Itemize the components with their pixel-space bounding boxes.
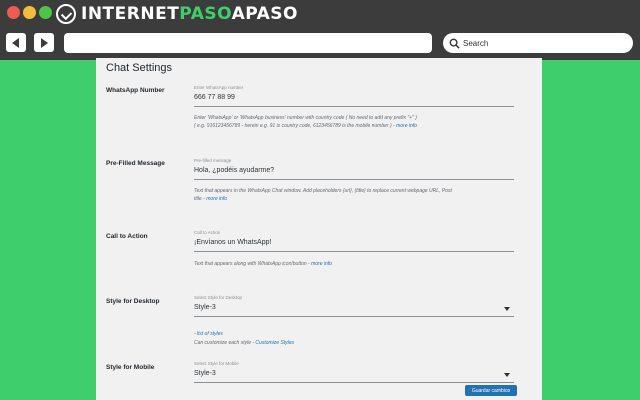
more-info-link[interactable]: more info (206, 196, 227, 202)
page-title: Chat Settings (106, 62, 173, 74)
style-desktop-help: - list of styles Can customize each styl… (194, 330, 514, 347)
prefilled-message-input[interactable]: Hola, ¿podéis ayudarme? (194, 165, 514, 180)
address-bar[interactable] (64, 33, 432, 53)
maximize-window-button[interactable] (39, 6, 52, 19)
search-bar[interactable]: Search (443, 33, 633, 53)
browser-chrome: INTERNETPASOAPASO Search (0, 0, 640, 60)
forward-button[interactable] (34, 33, 54, 52)
style-mobile-field[interactable]: Select Style for Mobile Style-3 (194, 361, 514, 383)
logo-check-icon (56, 4, 76, 24)
help-text-line: ( e.g. 916123456789 - herein e.g. 91 is … (194, 122, 514, 130)
chevron-down-icon (504, 307, 510, 311)
field-caption: Enter WhatsApp number (194, 85, 244, 90)
chevron-down-icon (504, 373, 510, 377)
whatsapp-number-help: Enter 'WhatsApp' or 'WhatsApp business' … (194, 114, 514, 130)
site-logo: INTERNETPASOAPASO (56, 3, 298, 25)
prefilled-message-label: Pre-Filled Message (106, 160, 165, 167)
nav-bar: Search (0, 28, 640, 58)
field-caption: Select Style for Mobile (194, 361, 239, 366)
style-mobile-label: Style for Mobile (106, 364, 155, 371)
more-info-link[interactable]: more info (396, 123, 417, 129)
logo-text: INTERNETPASOAPASO (81, 4, 298, 24)
prefilled-message-field[interactable]: Pre-filled message Hola, ¿podéis ayudarm… (194, 158, 514, 180)
field-caption: Select Style for Desktop (194, 295, 243, 300)
search-icon (449, 38, 460, 49)
whatsapp-number-field[interactable]: Enter WhatsApp number 666 77 88 99 (194, 85, 514, 107)
arrow-left-icon (12, 37, 19, 48)
list-of-styles-link[interactable]: - list of styles (194, 331, 223, 337)
whatsapp-number-label: WhatsApp Number (106, 87, 165, 94)
help-text-line: Text that appears along with WhatsApp ic… (194, 260, 514, 268)
search-label: Search (463, 38, 489, 48)
help-text-line: - list of styles (194, 330, 514, 338)
close-window-button[interactable] (7, 6, 20, 19)
style-mobile-select[interactable]: Style-3 (194, 368, 514, 383)
logo-text-part: APASO (231, 4, 299, 24)
help-text-line: Enter 'WhatsApp' or 'WhatsApp business' … (194, 115, 417, 121)
style-mobile-value: Style-3 (194, 370, 216, 377)
save-changes-button[interactable]: Guardar cambios (465, 385, 517, 396)
minimize-window-button[interactable] (23, 6, 36, 19)
field-caption: Pre-filled message (194, 158, 232, 163)
field-caption: Call to Action (194, 230, 221, 235)
help-text: Text that appears along with WhatsApp ic… (194, 261, 310, 267)
settings-panel: Chat Settings WhatsApp Number Enter What… (96, 58, 542, 400)
back-button[interactable] (6, 33, 26, 52)
prefilled-message-help: Text that appears in the WhatsApp Chat w… (194, 187, 514, 203)
call-to-action-label: Call to Action (106, 233, 148, 240)
logo-text-part: INTERNET (81, 4, 180, 24)
help-text: title - (194, 196, 205, 202)
style-desktop-field[interactable]: Select Style for Desktop Style-3 (194, 295, 514, 317)
customize-styles-link[interactable]: Customize Styles (255, 340, 294, 346)
help-text-line: title - more info (194, 195, 514, 203)
call-to-action-input[interactable]: ¡Envíanos un WhatsApp! (194, 237, 514, 252)
style-desktop-value: Style-3 (194, 304, 216, 311)
title-bar: INTERNETPASOAPASO (0, 0, 640, 26)
arrow-right-icon (41, 37, 48, 48)
more-info-link[interactable]: more info (311, 261, 332, 267)
help-text-line: Can customize each style - Customize Sty… (194, 339, 514, 347)
logo-text-accent: PASO (179, 4, 232, 24)
help-text: Can customize each style - (194, 340, 255, 346)
call-to-action-field[interactable]: Call to Action ¡Envíanos un WhatsApp! (194, 230, 514, 252)
help-text: ( e.g. 916123456789 - herein e.g. 91 is … (194, 123, 395, 129)
whatsapp-number-input[interactable]: 666 77 88 99 (194, 92, 514, 107)
help-text-line: Text that appears in the WhatsApp Chat w… (194, 188, 452, 194)
call-to-action-help: Text that appears along with WhatsApp ic… (194, 260, 514, 268)
style-desktop-label: Style for Desktop (106, 298, 160, 305)
style-desktop-select[interactable]: Style-3 (194, 302, 514, 317)
